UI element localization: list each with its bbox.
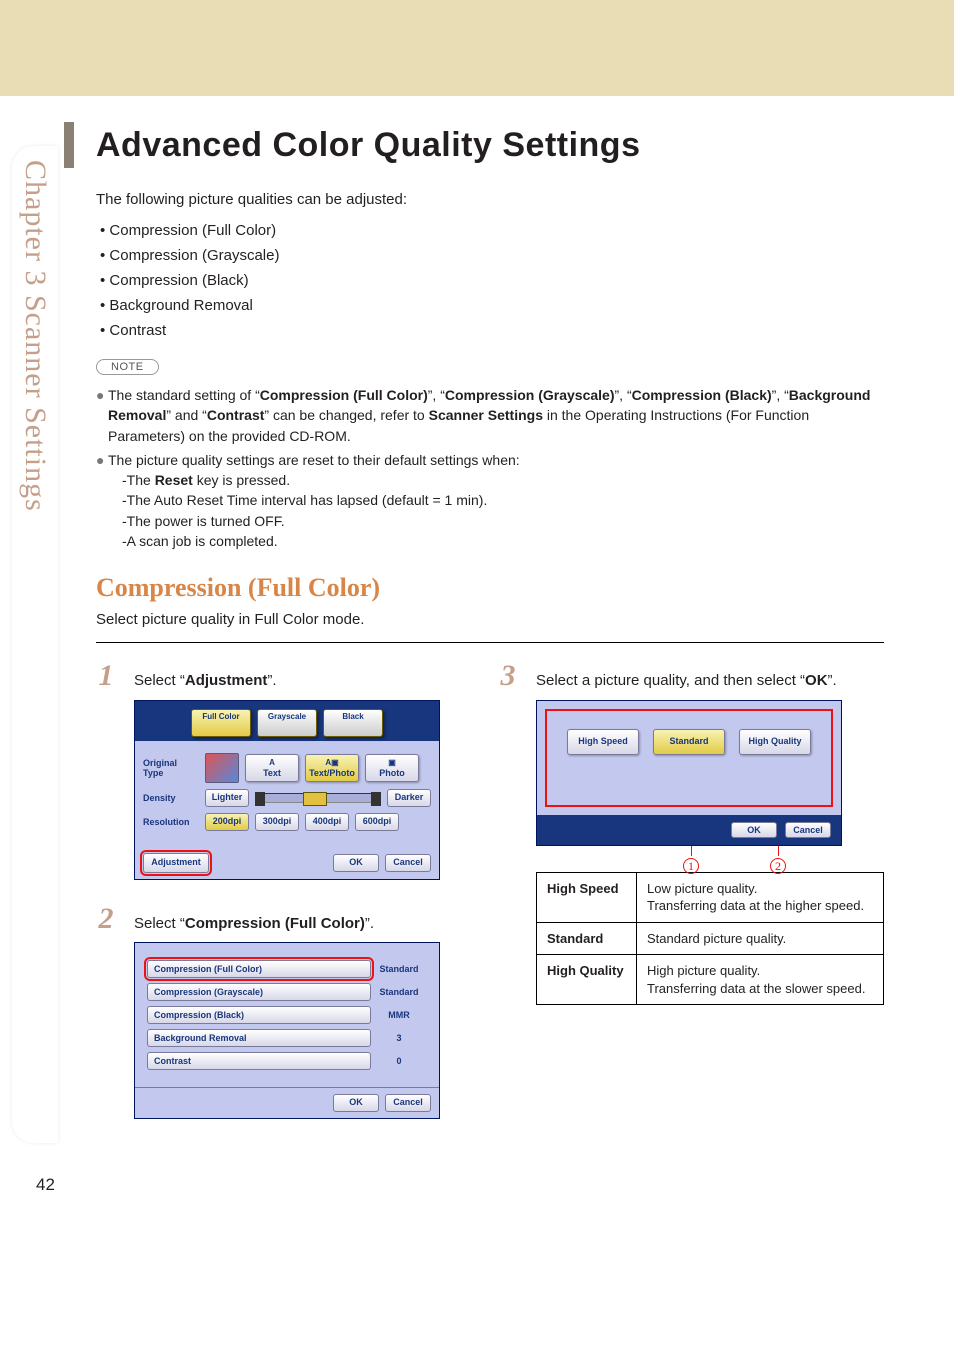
qt-highquality-desc: High picture quality. Transferring data … xyxy=(637,955,884,1005)
quality-list: Compression (Full Color) Compression (Gr… xyxy=(100,222,884,339)
step-1-text: Select “Adjustment”. xyxy=(134,671,277,691)
list-item: Compression (Grayscale) xyxy=(100,247,884,264)
adjustment-button[interactable]: Adjustment xyxy=(143,853,209,873)
note-item-1: The standard setting of “Compression (Fu… xyxy=(108,385,884,446)
intro-text: The following picture qualities can be a… xyxy=(96,191,884,208)
quality-description-table: High SpeedLow picture quality. Transferr… xyxy=(536,872,884,1006)
section-heading: Compression (Full Color) xyxy=(96,573,884,603)
color-tab-grayscale[interactable]: Grayscale xyxy=(257,709,317,737)
res-300dpi-button[interactable]: 300dpi xyxy=(255,813,299,831)
list-item: Compression (Full Color) xyxy=(100,222,884,239)
qt-highquality-head: High Quality xyxy=(537,955,637,1005)
compression-black-button[interactable]: Compression (Black) xyxy=(147,1006,371,1024)
bullet-icon: ● xyxy=(96,450,108,551)
textphoto-icon: A▣ xyxy=(306,758,358,767)
background-removal-button[interactable]: Background Removal xyxy=(147,1029,371,1047)
list-item: Compression (Black) xyxy=(100,272,884,289)
note-badge: NOTE xyxy=(96,359,159,375)
list-item: Background Removal xyxy=(100,297,884,314)
type-text-button[interactable]: AText xyxy=(245,754,299,782)
color-tab-fullcolor[interactable]: Full Color xyxy=(191,709,251,737)
screenshot-adjustment-panel: Full Color Grayscale Black Original Type… xyxy=(134,700,454,880)
chapter-side-tab: Chapter 3 Scanner Settings xyxy=(12,146,58,1143)
highquality-option[interactable]: High Quality xyxy=(739,729,811,755)
left-column: 1 Select “Adjustment”. Full Color Graysc… xyxy=(96,661,454,1143)
type-photo-button[interactable]: ▣Photo xyxy=(365,754,419,782)
note-list: ● The standard setting of “Compression (… xyxy=(96,385,884,551)
standard-option[interactable]: Standard xyxy=(653,729,725,755)
page-content: Chapter 3 Scanner Settings Advanced Colo… xyxy=(0,96,954,1183)
original-preview-icon xyxy=(205,753,239,783)
bullet-icon: ● xyxy=(96,385,108,446)
cancel-button[interactable]: Cancel xyxy=(385,854,431,872)
slider-left-arrow-icon[interactable] xyxy=(255,792,265,806)
note-item-2: The picture quality settings are reset t… xyxy=(108,450,884,551)
heading-ornament-icon xyxy=(64,122,74,168)
res-400dpi-button[interactable]: 400dpi xyxy=(305,813,349,831)
page-title: Advanced Color Quality Settings xyxy=(96,126,884,165)
screenshot-quality-options: High Speed Standard High Quality OK Canc… xyxy=(536,700,842,872)
contrast-value: 0 xyxy=(371,1056,427,1066)
photo-icon: ▣ xyxy=(366,758,418,767)
ok-button[interactable]: OK xyxy=(333,1094,379,1112)
lighter-button[interactable]: Lighter xyxy=(205,789,249,807)
right-column: 3 Select a picture quality, and then sel… xyxy=(498,661,884,1143)
callout-1: 1 xyxy=(683,846,699,875)
list-item: Contrast xyxy=(100,322,884,339)
table-row: StandardStandard picture quality. xyxy=(537,922,884,955)
section-divider xyxy=(96,642,884,643)
compression-black-value: MMR xyxy=(371,1010,427,1020)
page-number: 42 xyxy=(36,1175,55,1195)
table-row: High QualityHigh picture quality. Transf… xyxy=(537,955,884,1005)
section-description: Select picture quality in Full Color mod… xyxy=(96,611,884,628)
qt-highspeed-head: High Speed xyxy=(537,872,637,922)
screenshot-compression-list: Compression (Full Color)Standard Compres… xyxy=(134,942,454,1119)
background-removal-value: 3 xyxy=(371,1033,427,1043)
slider-thumb[interactable] xyxy=(303,792,327,806)
compression-fullcolor-value: Standard xyxy=(371,964,427,974)
compression-grayscale-value: Standard xyxy=(371,987,427,997)
step-number-2: 2 xyxy=(96,904,116,934)
ok-button[interactable]: OK xyxy=(731,822,777,838)
density-slider[interactable] xyxy=(255,793,381,803)
qt-standard-desc: Standard picture quality. xyxy=(637,922,884,955)
cancel-button[interactable]: Cancel xyxy=(785,822,831,838)
res-200dpi-button[interactable]: 200dpi xyxy=(205,813,249,831)
qt-highspeed-desc: Low picture quality. Transferring data a… xyxy=(637,872,884,922)
slider-right-arrow-icon[interactable] xyxy=(371,792,381,806)
cancel-button[interactable]: Cancel xyxy=(385,1094,431,1112)
color-tab-black[interactable]: Black xyxy=(323,709,383,737)
compression-fullcolor-button[interactable]: Compression (Full Color) xyxy=(147,960,371,978)
step-3-text: Select a picture quality, and then selec… xyxy=(536,671,837,691)
chapter-side-label: Chapter 3 Scanner Settings xyxy=(18,160,52,512)
step-number-1: 1 xyxy=(96,661,116,691)
highspeed-option[interactable]: High Speed xyxy=(567,729,639,755)
contrast-button[interactable]: Contrast xyxy=(147,1052,371,1070)
darker-button[interactable]: Darker xyxy=(387,789,431,807)
resolution-label: Resolution xyxy=(143,817,199,827)
qt-standard-head: Standard xyxy=(537,922,637,955)
text-icon: A xyxy=(246,758,298,767)
res-600dpi-button[interactable]: 600dpi xyxy=(355,813,399,831)
original-type-label: Original Type xyxy=(143,758,199,778)
step-2-text: Select “Compression (Full Color)”. xyxy=(134,914,374,934)
compression-grayscale-button[interactable]: Compression (Grayscale) xyxy=(147,983,371,1001)
top-band xyxy=(0,0,954,96)
type-textphoto-button[interactable]: A▣Text/Photo xyxy=(305,754,359,782)
callout-2: 2 xyxy=(770,846,786,875)
table-row: High SpeedLow picture quality. Transferr… xyxy=(537,872,884,922)
step-number-3: 3 xyxy=(498,661,518,691)
ok-button[interactable]: OK xyxy=(333,854,379,872)
density-label: Density xyxy=(143,793,199,803)
